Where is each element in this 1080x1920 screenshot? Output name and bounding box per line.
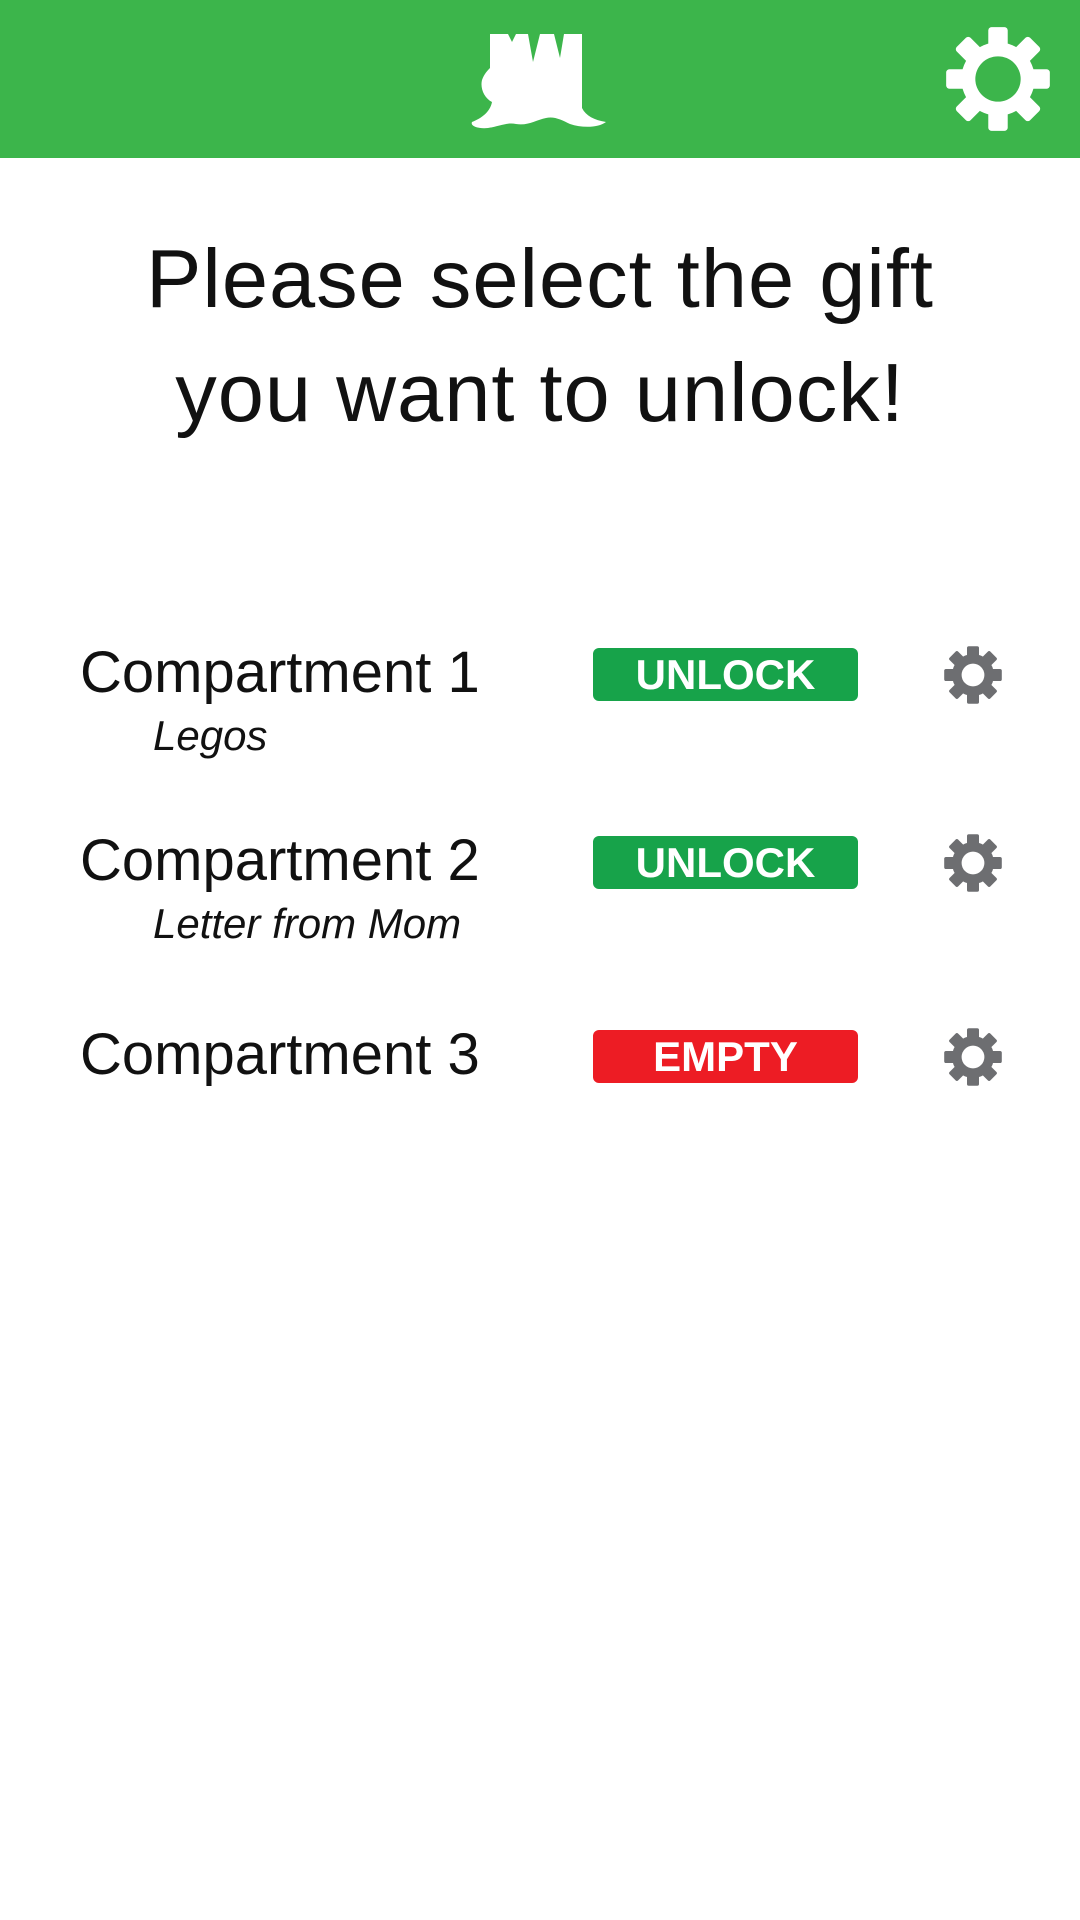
title-line-1: Please select the gift bbox=[146, 232, 934, 325]
compartment-title: Compartment 2 bbox=[80, 828, 480, 893]
title-line-2: you want to unlock! bbox=[175, 346, 905, 439]
unlock-button[interactable]: UNLOCK bbox=[593, 836, 858, 889]
compartment-row-2: Compartment 2 Letter from Mom UNLOCK bbox=[0, 826, 1080, 986]
page-title: Please select the gift you want to unloc… bbox=[80, 222, 1000, 450]
header-bar bbox=[0, 0, 1080, 158]
compartment-settings-gear-icon[interactable] bbox=[943, 645, 1003, 705]
compartment-row-1: Compartment 1 Legos UNLOCK bbox=[0, 638, 1080, 798]
compartment-gift-label: Letter from Mom bbox=[153, 900, 462, 947]
tree-stump-icon bbox=[471, 34, 606, 129]
compartment-gift-label: Legos bbox=[153, 712, 268, 759]
app-screen: Please select the gift you want to unloc… bbox=[0, 0, 1080, 1920]
compartment-settings-gear-icon[interactable] bbox=[943, 1027, 1003, 1087]
compartment-row-3: Compartment 3 EMPTY bbox=[0, 1020, 1080, 1180]
compartment-title: Compartment 1 bbox=[80, 640, 480, 705]
unlock-button[interactable]: UNLOCK bbox=[593, 648, 858, 701]
compartment-settings-gear-icon[interactable] bbox=[943, 833, 1003, 893]
settings-gear-icon[interactable] bbox=[944, 25, 1052, 133]
compartment-title: Compartment 3 bbox=[80, 1022, 480, 1087]
empty-button[interactable]: EMPTY bbox=[593, 1030, 858, 1083]
